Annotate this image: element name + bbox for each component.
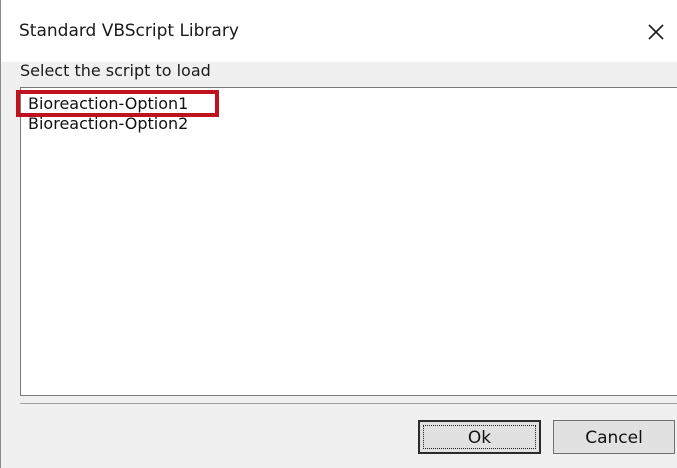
close-button[interactable]: [639, 14, 673, 48]
close-x-icon: [648, 24, 664, 40]
screen: Standard VBScript Library Select the scr…: [0, 0, 677, 468]
list-item-bioreaction-option2[interactable]: Bioreaction-Option2: [28, 114, 188, 134]
ok-button-label: Ok: [467, 428, 492, 448]
list-item-bioreaction-option1[interactable]: Bioreaction-Option1: [28, 94, 188, 114]
cancel-button[interactable]: Cancel: [553, 420, 675, 454]
ok-button[interactable]: Ok: [418, 420, 541, 454]
select-script-label: Select the script to load: [20, 61, 211, 80]
dialog-title: Standard VBScript Library: [19, 21, 239, 41]
script-listbox[interactable]: Bioreaction-Option1 Bioreaction-Option2: [16, 87, 677, 396]
title-bar[interactable]: Standard VBScript Library: [1, 0, 677, 62]
script-library-dialog: Standard VBScript Library Select the scr…: [0, 0, 677, 468]
